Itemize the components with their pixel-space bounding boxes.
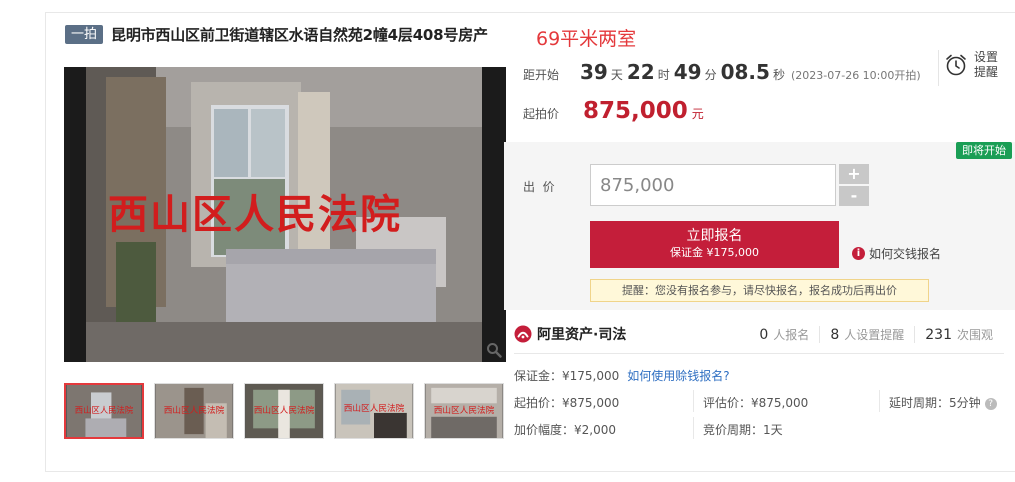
countdown-minutes: 49 — [673, 60, 702, 84]
stat-text: 人报名 — [773, 328, 810, 342]
status-badge: 即将开始 — [956, 142, 1012, 159]
start-price-label: 起拍价 — [523, 107, 560, 121]
platform-name: 阿里资产·司法 — [537, 327, 627, 343]
stat-text: 人设置提醒 — [844, 328, 905, 342]
signup-button-label: 立即报名 — [686, 228, 743, 244]
lot-title-note: 69平米两室 — [536, 28, 637, 50]
bid-cycle-info: 竞价周期：1天 — [703, 423, 783, 437]
stat-signups: 0 人报名 — [749, 326, 819, 343]
signup-notice: 提醒：您没有报名参与，请尽快报名，报名成功后再出价 — [590, 279, 929, 302]
countdown-label: 距开始 — [523, 68, 560, 82]
stat-text: 次围观 — [956, 328, 993, 342]
start-price-value: 875,000 — [583, 98, 688, 124]
lot-title[interactable]: 昆明市西山区前卫街道辖区水语自然苑2幢4层408号房产 — [111, 24, 488, 45]
countdown-hours-unit: 时 — [657, 68, 670, 82]
platform-row: 阿里资产·司法 0 人报名 8 人设置提醒 231 次围观 — [514, 320, 1015, 348]
increment-info: 加价幅度：¥2,000 — [514, 423, 616, 437]
bid-stepper: + - — [839, 164, 869, 206]
svg-text:西山区人民法院: 西山区人民法院 — [75, 405, 134, 415]
thumbnail-strip: 西山区人民法院 西山区人民法院 西山区人民法院 西山区人民法院 西山区人民法院 — [64, 383, 514, 439]
how-to-pay-label: 如何交钱报名 — [869, 247, 942, 261]
stat-number: 0 — [759, 327, 769, 343]
auction-round-tag: 一拍 — [65, 24, 104, 44]
bid-amount-input[interactable] — [590, 164, 836, 206]
countdown-seconds-unit: 秒 — [772, 68, 785, 82]
countdown: 距开始 39 天 22 时 49 分 08.5 秒 (2023-07-26 10… — [523, 60, 921, 84]
divider — [879, 390, 880, 412]
participation-stats: 0 人报名 8 人设置提醒 231 次围观 — [749, 326, 1003, 343]
thumbnail[interactable]: 西山区人民法院 — [64, 383, 144, 439]
platform-brand: 阿里资产·司法 — [514, 324, 626, 344]
increase-bid-button[interactable]: + — [839, 164, 869, 184]
countdown-hours: 22 — [626, 60, 655, 84]
appraisal-info: 评估价：¥875,000 — [703, 396, 809, 410]
alibaba-logo-icon — [514, 325, 532, 343]
delay-text: 延时周期：5分钟 — [889, 396, 981, 410]
help-icon[interactable]: ? — [984, 397, 997, 410]
bid-label: 出 价 — [523, 180, 555, 194]
divider — [693, 390, 694, 412]
svg-text:西山区人民法院: 西山区人民法院 — [164, 404, 225, 416]
stat-views: 231 次围观 — [914, 326, 1003, 343]
start-price: 起拍价 875,000 元 — [523, 98, 704, 124]
signup-button[interactable]: 立即报名 保证金 ¥175,000 — [590, 221, 839, 268]
set-reminder-button[interactable]: 设置提醒 — [938, 50, 1000, 86]
divider — [938, 50, 939, 86]
start-price-unit: 元 — [691, 107, 704, 121]
court-watermark: 西山区人民法院 — [108, 191, 402, 238]
deposit-info: 保证金：¥175,000 如何使用赊钱报名? — [514, 367, 730, 384]
lot-title-row: 一拍 昆明市西山区前卫街道辖区水语自然苑2幢4层408号房产 — [65, 22, 488, 46]
thumbnail[interactable]: 西山区人民法院 — [334, 383, 414, 439]
stat-reminders: 8 人设置提醒 — [819, 326, 914, 343]
countdown-days: 39 — [580, 60, 608, 84]
decrease-bid-button[interactable]: - — [839, 186, 869, 206]
start-price-info: 起拍价：¥875,000 — [514, 396, 620, 410]
svg-text:西山区人民法院: 西山区人民法院 — [344, 402, 405, 414]
info-icon: i — [852, 247, 865, 260]
thumbnail[interactable]: 西山区人民法院 — [244, 383, 324, 439]
deposit-text: 保证金：¥175,000 — [514, 369, 620, 383]
zoom-icon[interactable] — [486, 342, 502, 358]
thumbnail[interactable]: 西山区人民法院 — [154, 383, 234, 439]
countdown-minutes-unit: 分 — [704, 68, 717, 82]
svg-text:西山区人民法院: 西山区人民法院 — [434, 404, 495, 416]
credit-signup-link[interactable]: 如何使用赊钱报名? — [627, 369, 729, 383]
set-reminder-label: 设置提醒 — [974, 50, 999, 79]
stat-number: 231 — [925, 327, 952, 343]
countdown-days-unit: 天 — [610, 68, 623, 82]
divider — [693, 417, 694, 439]
auction-start-time: (2023-07-26 10:00开拍) — [790, 69, 921, 82]
divider — [514, 353, 1004, 354]
alarm-clock-icon — [946, 54, 966, 76]
delay-info: 延时周期：5分钟? — [889, 394, 997, 411]
signup-deposit-text: 保证金 ¥175,000 — [670, 246, 759, 259]
stat-number: 8 — [830, 327, 840, 343]
svg-text:西山区人民法院: 西山区人民法院 — [254, 404, 315, 416]
thumbnail[interactable]: 西山区人民法院 — [424, 383, 504, 439]
countdown-seconds: 08.5 — [720, 60, 770, 84]
how-to-pay-link[interactable]: i 如何交钱报名 — [852, 245, 941, 262]
